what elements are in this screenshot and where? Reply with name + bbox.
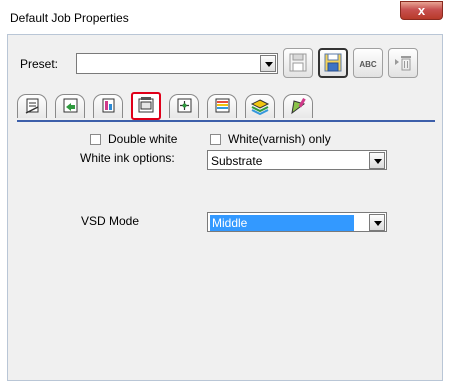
white-ink-panel: Double white White(varnish) only White i…	[17, 122, 435, 372]
title-bar: Default Job Properties x	[0, 0, 449, 34]
preset-label: Preset:	[20, 57, 59, 71]
vsd-mode-label: VSD Mode	[81, 214, 140, 228]
white-varnish-only-checkbox[interactable]	[210, 134, 221, 145]
white-ink-options-label: White ink options:	[80, 151, 175, 165]
chevron-down-icon[interactable]	[369, 152, 385, 169]
double-white-checkbox[interactable]	[90, 134, 101, 145]
white-varnish-only-label: White(varnish) only	[228, 132, 331, 146]
job-info-icon	[25, 98, 39, 114]
window-title: Default Job Properties	[10, 11, 129, 25]
white-ink-options-select[interactable]: Substrate	[207, 150, 387, 170]
chevron-down-icon[interactable]	[369, 214, 385, 231]
save-as-preset-button[interactable]	[318, 48, 348, 78]
svg-text:ABC: ABC	[359, 60, 377, 69]
tab-job-info[interactable]	[17, 94, 47, 118]
save-preset-icon	[289, 53, 307, 72]
white-ink-icon	[138, 97, 154, 113]
close-button[interactable]: x	[400, 1, 443, 20]
vsd-mode-select[interactable]: Middle	[207, 212, 387, 232]
tab-white-ink[interactable]	[131, 92, 161, 120]
delete-preset-icon	[395, 56, 411, 71]
save-as-preset-icon	[324, 53, 342, 72]
paint-icon	[291, 98, 306, 115]
delete-preset-button[interactable]	[388, 48, 418, 78]
white-ink-options-value: Substrate	[211, 154, 263, 168]
rename-preset-button[interactable]: ABC	[353, 48, 383, 78]
layout-icon	[63, 98, 78, 113]
color-bars-icon	[215, 98, 230, 113]
chevron-down-icon[interactable]	[260, 55, 276, 72]
tab-color-bars[interactable]	[207, 94, 237, 118]
tab-layers[interactable]	[245, 94, 275, 118]
property-tabs	[17, 92, 435, 120]
job-properties-window: Default Job Properties x Preset: ABC Dou…	[0, 0, 449, 381]
vsd-mode-value: Middle	[210, 215, 354, 231]
tab-color[interactable]	[93, 94, 123, 118]
preset-combo[interactable]	[76, 53, 278, 74]
double-white-label: Double white	[108, 132, 178, 146]
tab-layout[interactable]	[55, 94, 85, 118]
color-icon	[102, 98, 115, 113]
save-preset-button[interactable]	[283, 48, 313, 78]
tab-print-mode[interactable]	[169, 94, 199, 118]
tab-paint[interactable]	[283, 94, 313, 118]
rename-preset-icon: ABC	[359, 60, 377, 69]
print-mode-icon	[177, 98, 192, 113]
layers-icon	[250, 99, 270, 116]
